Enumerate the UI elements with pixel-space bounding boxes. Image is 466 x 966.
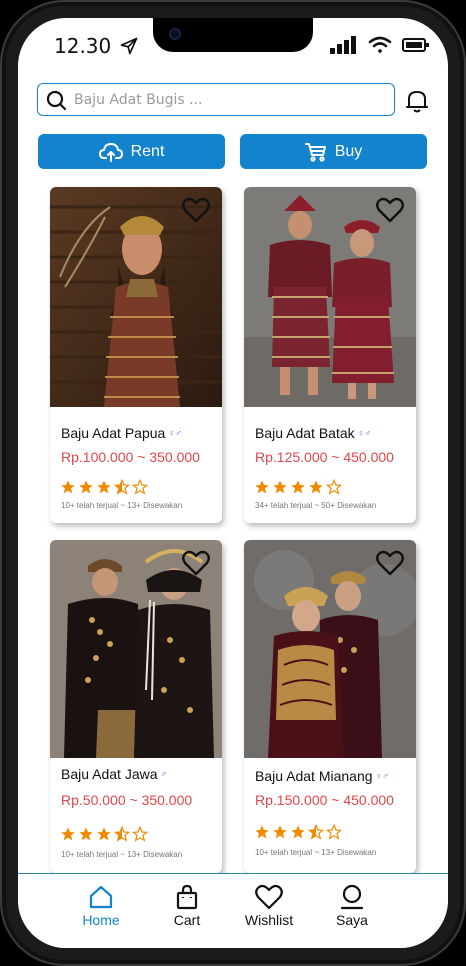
signal-icon [330, 36, 356, 54]
gender-icon: ♀♂ [168, 428, 182, 438]
product-card[interactable]: Baju Adat Batak ♀♂ Rp.125.000 ~ 450.000 3… [244, 187, 416, 523]
star-icon [113, 478, 131, 499]
product-card[interactable]: Baju Adat Mianang ♀♂ Rp.150.000 ~ 450.000… [244, 540, 416, 873]
gender-icon: ♀♂ [375, 771, 390, 781]
nav-home[interactable]: Home [66, 884, 136, 928]
status-time: 12.30 [54, 34, 139, 58]
buy-label: Buy [334, 142, 363, 160]
rent-label: Rent [130, 142, 165, 160]
star-icon [60, 479, 76, 499]
nav-wishlist-label: Wishlist [244, 912, 294, 928]
star-icon [254, 479, 270, 499]
sold-info: 10+ telah terjual ~ 13+ Disewakan [255, 848, 377, 857]
product-name-text: Baju Adat Papua [61, 425, 166, 441]
star-icon [272, 824, 288, 844]
user-icon [340, 884, 364, 910]
product-card[interactable]: Baju Adat Papua ♀♂ Rp.100.000 ~ 350.000 1… [50, 187, 222, 523]
heart-icon[interactable] [182, 197, 210, 223]
heart-icon[interactable] [376, 197, 404, 223]
rating-stars [254, 478, 343, 499]
sold-info: 10+ telah terjual ~ 13+ Disewakan [61, 850, 183, 859]
star-icon [290, 824, 306, 844]
product-name: Baju Adat Mianang ♀♂ [255, 768, 389, 784]
cloud-upload-icon [98, 142, 123, 162]
product-name: Baju Adat Jawa ♂ [61, 766, 167, 782]
rating-stars [254, 823, 343, 844]
product-name: Baju Adat Batak ♀♂ [255, 425, 371, 441]
device-frame: 12.30 Rent Buy [0, 0, 466, 966]
nav-wishlist[interactable]: Wishlist [234, 884, 304, 928]
gender-icon: ♀♂ [357, 428, 372, 438]
star-icon [307, 823, 325, 844]
camera [169, 28, 181, 40]
star-icon [290, 479, 306, 499]
send-icon [120, 37, 138, 55]
star-icon [78, 479, 94, 499]
rent-button[interactable]: Rent [38, 134, 225, 169]
nav-cart-label: Cart [173, 912, 201, 928]
star-icon [96, 826, 112, 846]
app-screen: 12.30 Rent Buy [18, 18, 448, 948]
search-bar[interactable] [37, 83, 395, 116]
product-name: Baju Adat Papua ♀♂ [61, 425, 182, 441]
nav-home-label: Home [82, 912, 120, 928]
home-icon [89, 885, 113, 909]
bag-icon [176, 884, 198, 910]
star-icon [325, 823, 343, 844]
star-icon [325, 478, 343, 499]
heart-icon[interactable] [376, 550, 404, 576]
status-icons [330, 36, 430, 54]
star-icon [96, 479, 112, 499]
search-icon [46, 90, 67, 110]
rating-stars [60, 478, 149, 499]
star-icon [78, 826, 94, 846]
star-icon [272, 479, 288, 499]
sold-info: 34+ telah terjual ~ 50+ Disewakan [255, 501, 377, 510]
nav-saya[interactable]: Saya [317, 884, 387, 928]
product-card[interactable]: Baju Adat Jawa ♂ Rp.50.000 ~ 350.000 10+ … [50, 540, 222, 873]
bottom-nav: Home Cart Wishlist Saya [18, 873, 448, 948]
product-name-text: Baju Adat Mianang [255, 768, 373, 784]
notch [153, 18, 313, 52]
product-price: Rp.125.000 ~ 450.000 [255, 449, 394, 465]
product-price: Rp.100.000 ~ 350.000 [61, 449, 200, 465]
star-icon [254, 824, 270, 844]
nav-saya-label: Saya [336, 912, 368, 928]
buy-button[interactable]: Buy [240, 134, 427, 169]
star-icon [308, 479, 324, 499]
sold-info: 10+ telah terjual ~ 13+ Disewakan [61, 501, 183, 510]
time-text: 12.30 [54, 34, 112, 58]
bell-icon[interactable] [405, 88, 429, 114]
cart-icon [304, 142, 326, 162]
star-icon [131, 825, 149, 846]
star-icon [113, 825, 131, 846]
product-name-text: Baju Adat Jawa [61, 766, 158, 782]
nav-cart[interactable]: Cart [152, 884, 222, 928]
star-icon [60, 826, 76, 846]
heart-icon [255, 884, 283, 910]
battery-icon [402, 38, 429, 52]
search-input[interactable] [68, 91, 374, 108]
star-icon [131, 478, 149, 499]
product-price: Rp.150.000 ~ 450.000 [255, 792, 394, 808]
product-name-text: Baju Adat Batak [255, 425, 355, 441]
rating-stars [60, 825, 149, 846]
wifi-icon [368, 36, 392, 53]
heart-icon[interactable] [182, 550, 210, 576]
product-price: Rp.50.000 ~ 350.000 [61, 792, 193, 808]
gender-icon: ♂ [160, 769, 168, 779]
